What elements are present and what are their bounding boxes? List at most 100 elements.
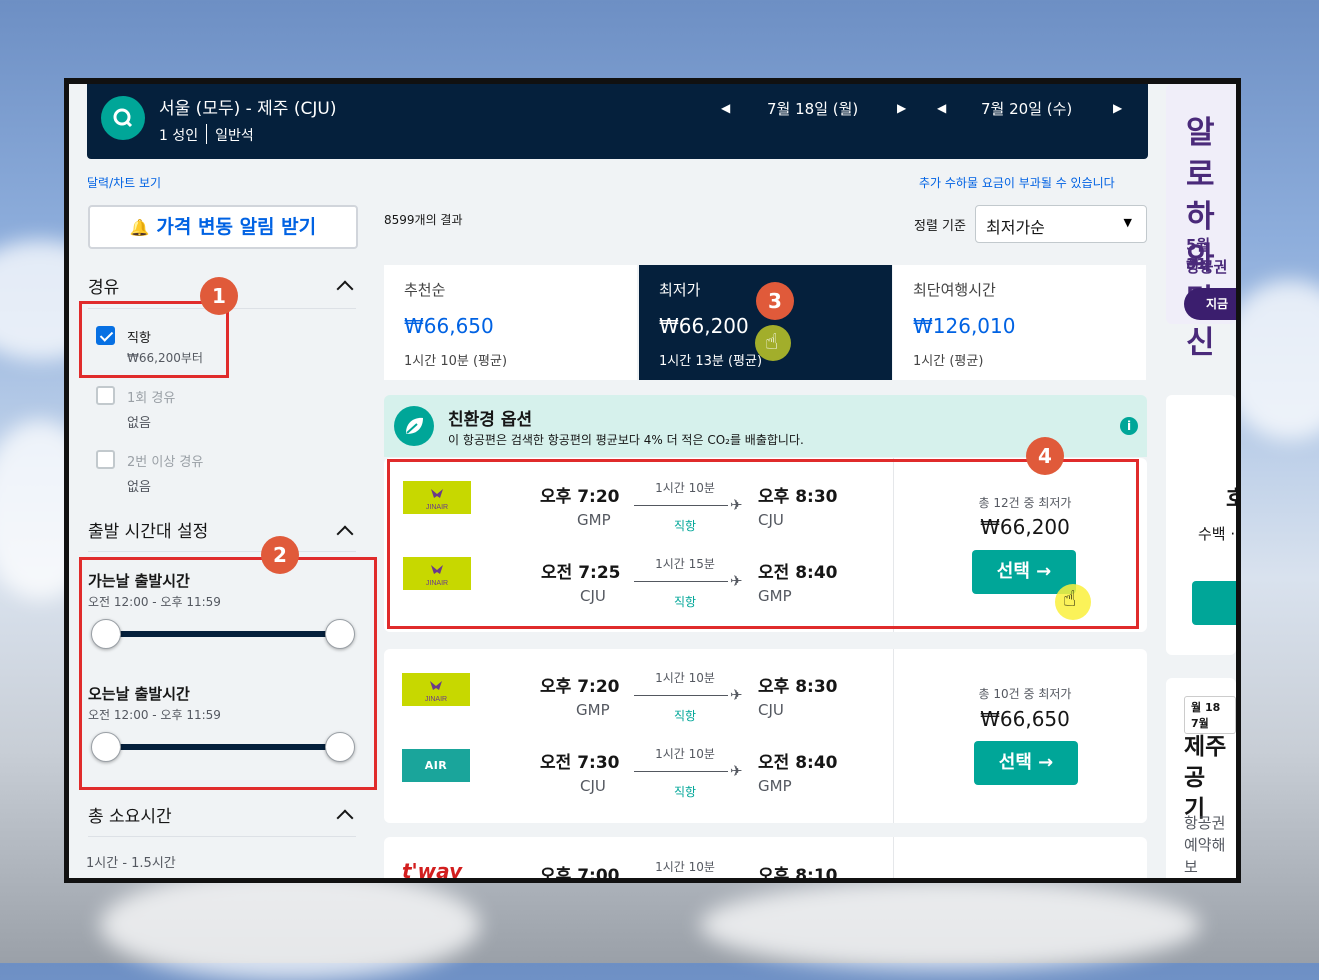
- browser-frame: 서울 (모두) - 제주 (CJU) 1 성인 일반석 ◀ 7월 18일 (월) …: [64, 78, 1241, 883]
- departure-time: 오전 7:30: [540, 753, 620, 773]
- result-card[interactable]: JINAIR 오후 7:20 GMP 1시간 10분 ✈ 직항 오후 8:30 …: [384, 649, 1147, 823]
- price-alert-button[interactable]: 🔔 가격 변동 알림 받기: [88, 205, 358, 249]
- bell-icon: 🔔: [129, 218, 150, 237]
- ad-card-text: 항공권: [1184, 814, 1226, 832]
- stops-label: 직항: [673, 709, 697, 723]
- tab-title: 최단여행시간: [913, 281, 996, 299]
- annotation-badge-1: 1: [200, 277, 238, 315]
- ad-headline: 알로: [1186, 115, 1215, 193]
- two-plus-stop-sub: 없음: [127, 480, 151, 495]
- cloud: [700, 880, 1200, 970]
- sort-label: 정렬 기준: [914, 219, 966, 234]
- route-text: 서울 (모두) - 제주 (CJU): [159, 99, 337, 119]
- flight-duration: 1시간 10분: [655, 747, 715, 761]
- next-depart-date-icon[interactable]: ▶: [897, 101, 906, 115]
- departure-time: 오후 7:00: [540, 866, 620, 878]
- ad-subtitle: 항공권: [1186, 258, 1228, 276]
- annotation-box-4: [387, 459, 1139, 629]
- tab-duration: 1시간 10분 (평균): [404, 354, 508, 369]
- ad-card[interactable]: 호 수백 ·: [1166, 395, 1236, 655]
- prev-return-date-icon[interactable]: ◀: [937, 101, 946, 115]
- annotation-badge-3: 3: [756, 282, 794, 320]
- flight-search-page: 서울 (모두) - 제주 (CJU) 1 성인 일반석 ◀ 7월 18일 (월) …: [69, 84, 1236, 878]
- cloud: [100, 870, 480, 980]
- arrival-time: 오전 8:40: [758, 753, 838, 773]
- tab-price: ₩66,650: [404, 314, 494, 338]
- hand-cursor-icon: ☝: [1063, 587, 1077, 612]
- chevron-down-icon: ▼: [1123, 216, 1132, 229]
- flight-duration: 1시간 10분: [655, 671, 715, 685]
- one-stop-checkbox[interactable]: [96, 386, 115, 405]
- ad-card-title: 호: [1226, 481, 1236, 513]
- annotation-badge-4: 4: [1026, 437, 1064, 475]
- duration-range: 1시간 - 1.5시간: [86, 856, 176, 871]
- destination-code: CJU: [758, 701, 784, 719]
- return-date[interactable]: 7월 20일 (수): [981, 98, 1072, 119]
- result-card[interactable]: t'way 오후 7:00 1시간 10분 오후 8:10: [384, 837, 1147, 878]
- cabin-class: 일반석: [215, 128, 254, 144]
- flight-line: [634, 695, 728, 696]
- tab-duration: 1시간 (평균): [913, 354, 984, 369]
- passenger-summary: 1 성인 일반석: [159, 124, 254, 145]
- chevron-up-icon[interactable]: [336, 809, 354, 827]
- select-button[interactable]: 선택 →: [974, 741, 1078, 785]
- plane-icon: ✈: [730, 762, 743, 780]
- ad-card-text: 예약해보: [1184, 836, 1226, 876]
- plane-icon: ✈: [730, 686, 743, 704]
- eco-title: 친환경 옵션: [448, 410, 533, 430]
- tway-logo: t'way: [402, 859, 463, 878]
- tab-fastest[interactable]: 최단여행시간 ₩126,010 1시간 (평균): [893, 265, 1146, 380]
- destination-code: GMP: [758, 777, 792, 795]
- two-plus-stop-checkbox[interactable]: [96, 450, 115, 469]
- one-stop-sub: 없음: [127, 416, 151, 431]
- one-stop-label: 1회 경유: [127, 391, 176, 406]
- origin-code: CJU: [580, 777, 606, 795]
- leaf-icon: [394, 406, 434, 446]
- ad-cta-button[interactable]: 지금: [1184, 288, 1236, 320]
- deal-count: 총 10건 중 최저가: [978, 687, 1072, 701]
- result-price: ₩66,650: [980, 707, 1070, 731]
- ad-card-button[interactable]: [1192, 581, 1236, 625]
- ad-card[interactable]: 월 18 7월 제주공 기 항공권 예약해보: [1166, 678, 1236, 878]
- stops-filter-title: 경유: [88, 278, 120, 298]
- annotation-box-2: [79, 557, 377, 790]
- arrival-time: 오후 8:30: [758, 677, 838, 697]
- tab-cheapest[interactable]: 최저가 ₩66,200 1시간 13분 (평균): [639, 265, 892, 380]
- ad-card-title: 제주공: [1184, 734, 1227, 791]
- stops-label: 직항: [673, 785, 697, 799]
- divider: [893, 649, 894, 823]
- eco-description: 이 항공편은 검색한 항공편의 평균보다 4% 더 적은 CO₂를 배출합니다.: [448, 433, 804, 447]
- tab-recommended[interactable]: 추천순 ₩66,650 1시간 10분 (평균): [384, 265, 637, 380]
- chevron-up-icon[interactable]: [336, 280, 354, 298]
- arrival-time: 오후 8:10: [758, 866, 838, 878]
- departure-time-title: 출발 시간대 설정: [88, 522, 209, 542]
- divider: [88, 836, 356, 837]
- price-alert-label: 가격 변동 알림 받기: [156, 216, 317, 238]
- baggage-fee-link[interactable]: 추가 수하물 요금이 부과될 수 있습니다: [919, 174, 1115, 191]
- prev-depart-date-icon[interactable]: ◀: [721, 101, 730, 115]
- two-plus-stop-label: 2번 이상 경유: [127, 455, 204, 470]
- tab-price: ₩126,010: [913, 314, 1016, 338]
- flight-duration: 1시간 10분: [655, 860, 715, 874]
- divider: [88, 551, 356, 552]
- annotation-box-1: [79, 301, 229, 378]
- ad-card-text: 수백 ·: [1198, 525, 1236, 543]
- search-summary-bar[interactable]: 서울 (모두) - 제주 (CJU) 1 성인 일반석 ◀ 7월 18일 (월) …: [87, 84, 1148, 159]
- results-count: 8599개의 결과: [384, 213, 463, 227]
- jinair-logo: JINAIR: [402, 673, 470, 706]
- ad-banner[interactable]: 알로 하와 당신 5월 31 항공권 지금: [1166, 84, 1236, 361]
- calendar-chart-link[interactable]: 달력/차트 보기: [87, 174, 161, 191]
- next-return-date-icon[interactable]: ▶: [1113, 101, 1122, 115]
- depart-date[interactable]: 7월 18일 (월): [767, 98, 858, 119]
- departure-time: 오후 7:20: [540, 677, 620, 697]
- search-icon[interactable]: [101, 96, 145, 140]
- duration-filter-title: 총 소요시간: [88, 807, 172, 827]
- flight-line: [634, 771, 728, 772]
- jinair-logo-text: JINAIR: [425, 696, 447, 703]
- chevron-up-icon[interactable]: [336, 525, 354, 543]
- sort-select[interactable]: 최저가순 ▼: [975, 205, 1147, 243]
- info-icon[interactable]: i: [1120, 417, 1138, 435]
- ad-date-tag: 월 18 7월: [1184, 696, 1236, 734]
- annotation-badge-2: 2: [261, 536, 299, 574]
- sort-value: 최저가순: [986, 218, 1045, 237]
